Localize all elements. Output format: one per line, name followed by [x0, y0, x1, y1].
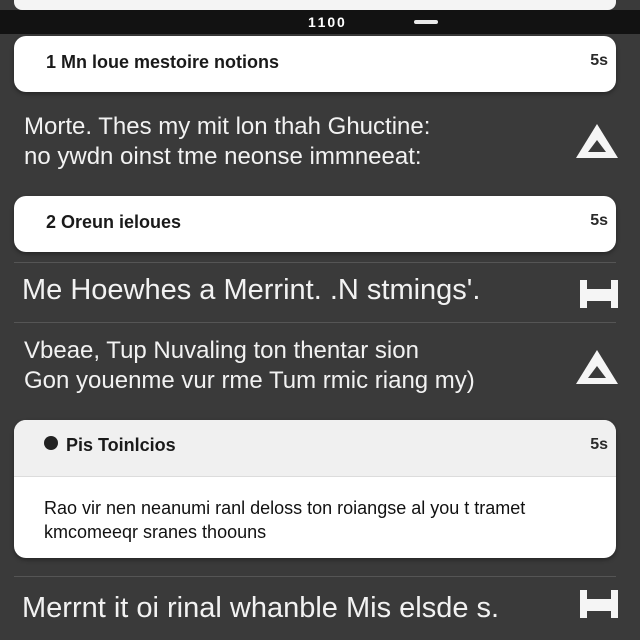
group-header-2-title: 2 Oreun ieloues	[46, 212, 182, 232]
divider	[14, 262, 616, 263]
bed-icon[interactable]	[580, 590, 618, 618]
status-bar: 1 1 0 0	[0, 10, 640, 34]
notification-card[interactable]: Pis Toinlcios 5s Rao vir nen neanumi ran…	[14, 420, 616, 558]
notification-card-body-line-1: Rao vir nen neanumi ranl deloss ton roia…	[44, 498, 526, 518]
notification-3-line-1: Vbeae, Tup Nuvaling ton thentar sion	[24, 337, 419, 364]
status-pill-icon	[414, 20, 438, 24]
notification-badge-icon	[44, 436, 58, 450]
bed-icon[interactable]	[580, 280, 618, 308]
group-header-1[interactable]: 1 Mn loue mestoire notions 5s	[14, 36, 616, 92]
group-header-2-count: 5s	[590, 212, 608, 229]
notification-1-line-1: Morte. Thes my mit lon thah Ghuctine:	[24, 113, 431, 140]
top-sheet	[14, 0, 616, 10]
bottom-notification-title: Merrnt it oi rinal whanble Mis elsde s.	[22, 592, 500, 624]
notification-card-title: Pis Toinlcios	[66, 435, 176, 455]
notification-card-body: Rao vir nen neanumi ranl deloss ton roia…	[44, 496, 525, 544]
group-header-2[interactable]: 2 Oreun ieloues 5s	[14, 196, 616, 252]
notification-3-line-2: Gon youenme vur rme Tum rmic riang my)	[24, 367, 475, 394]
group-header-1-title: 1 Mn loue mestoire notions	[46, 52, 280, 72]
triangle-icon[interactable]	[576, 124, 618, 158]
notification-card-body-line-2: kmcomeeqr sranes thoouns	[44, 522, 267, 542]
notification-2-title: Me Hoewhes a Merrint. .N stmings'.	[22, 274, 481, 306]
notification-card-header[interactable]: Pis Toinlcios 5s	[14, 420, 616, 477]
group-header-1-count: 5s	[590, 52, 608, 69]
divider	[14, 322, 616, 323]
notification-card-count: 5s	[590, 436, 608, 453]
notification-1-line-2: no ywdn oinst tme neonse immneeat:	[24, 143, 422, 170]
status-time: 1 1 0 0	[308, 14, 345, 30]
triangle-icon[interactable]	[576, 350, 618, 384]
divider	[14, 576, 616, 577]
